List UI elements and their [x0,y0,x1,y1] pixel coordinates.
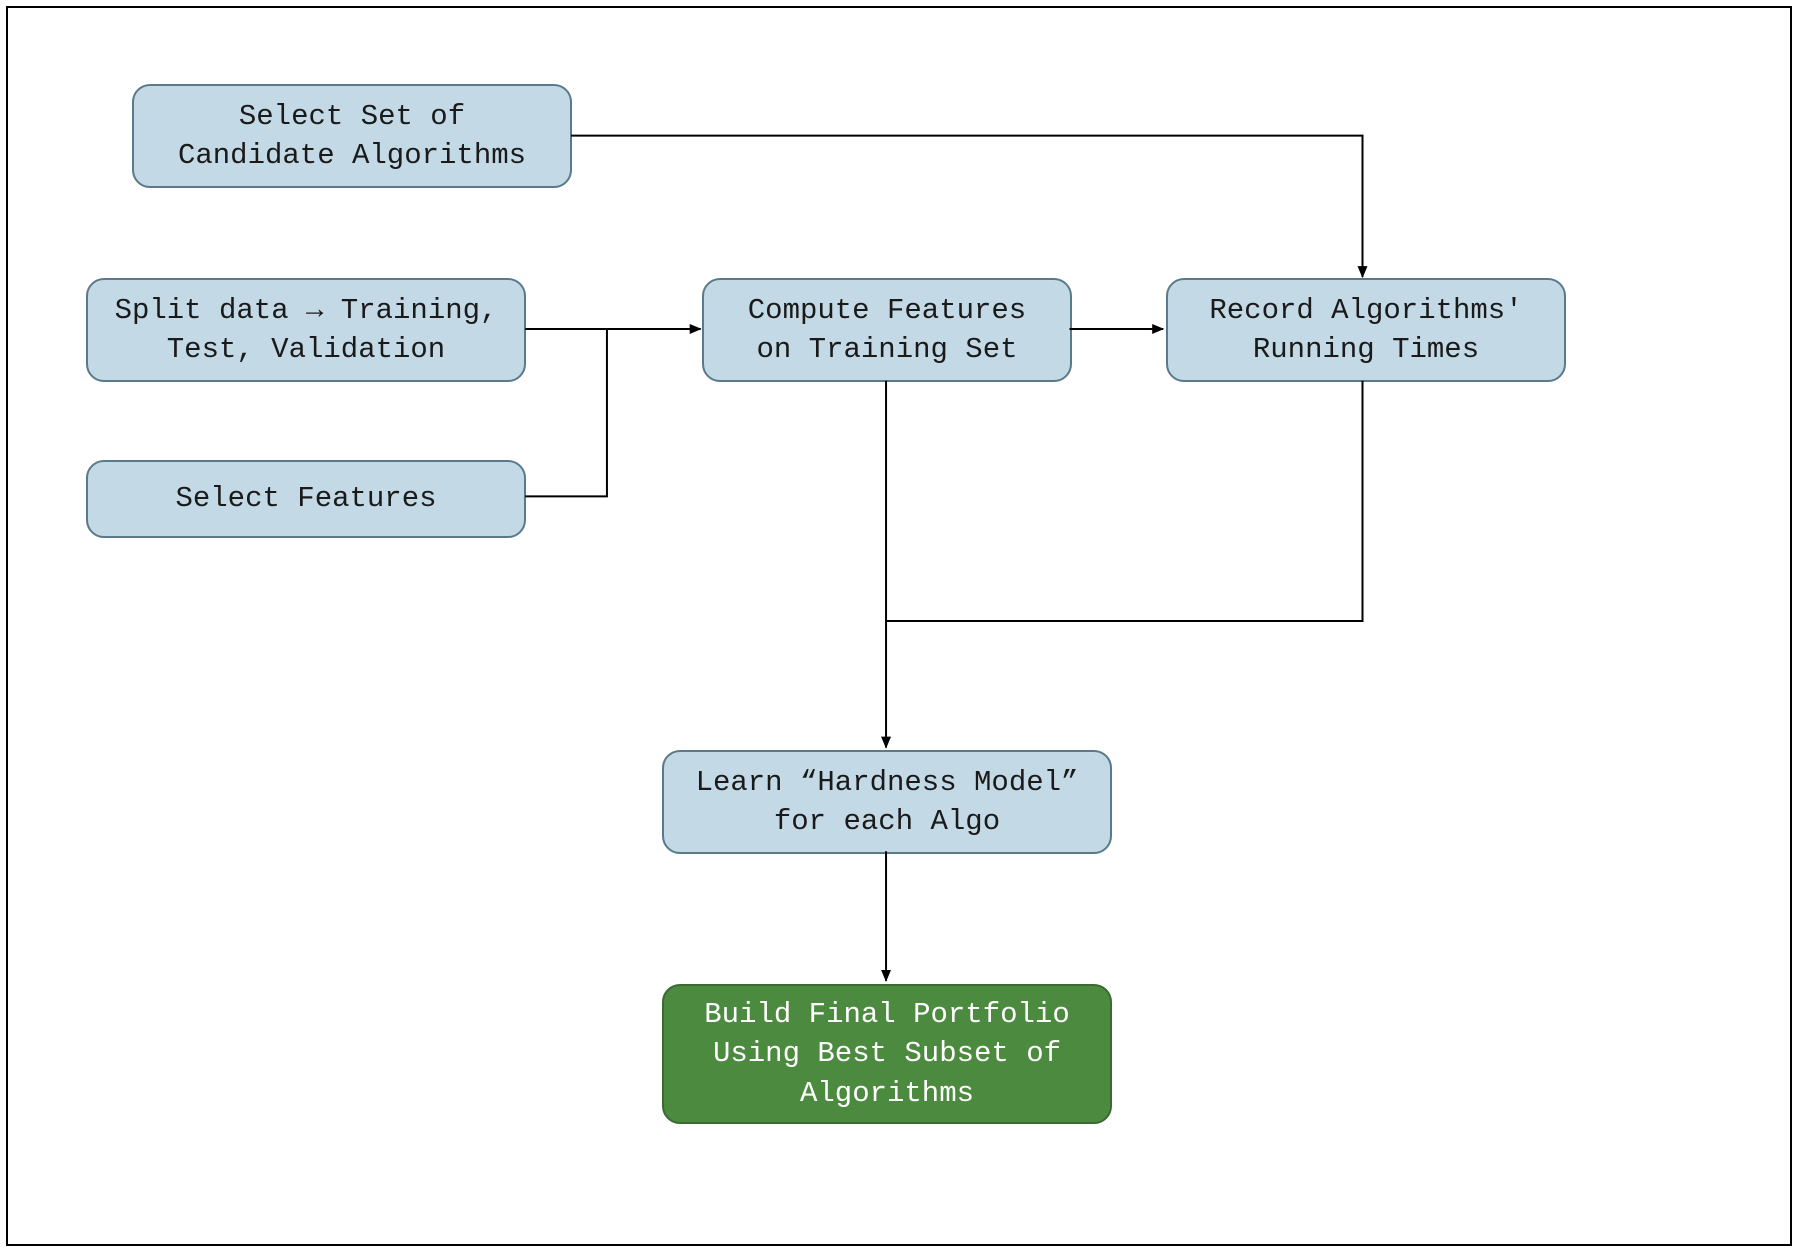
node-label: Compute Features on Training Set [748,291,1026,369]
node-record-times: Record Algorithms' Running Times [1166,278,1566,382]
node-compute-features: Compute Features on Training Set [702,278,1072,382]
edge-record-join [886,381,1362,621]
node-select-algorithms: Select Set of Candidate Algorithms [132,84,572,188]
node-select-features: Select Features [86,460,526,538]
node-label: Select Features [175,479,436,518]
node-label: Build Final Portfolio Using Best Subset … [704,995,1069,1112]
node-label: Select Set of Candidate Algorithms [178,97,526,175]
node-label: Record Algorithms' Running Times [1209,291,1522,369]
node-learn-model: Learn “Hardness Model” for each Algo [662,750,1112,854]
node-label: Split data → Training, Test, Validation [115,291,498,369]
node-build-portfolio: Build Final Portfolio Using Best Subset … [662,984,1112,1124]
node-label: Learn “Hardness Model” for each Algo [696,763,1079,841]
node-split-data: Split data → Training, Test, Validation [86,278,526,382]
diagram-canvas: Select Set of Candidate Algorithms Split… [6,6,1792,1246]
edge-features-to-junction [525,329,607,496]
edge-algos-to-record [571,136,1362,278]
